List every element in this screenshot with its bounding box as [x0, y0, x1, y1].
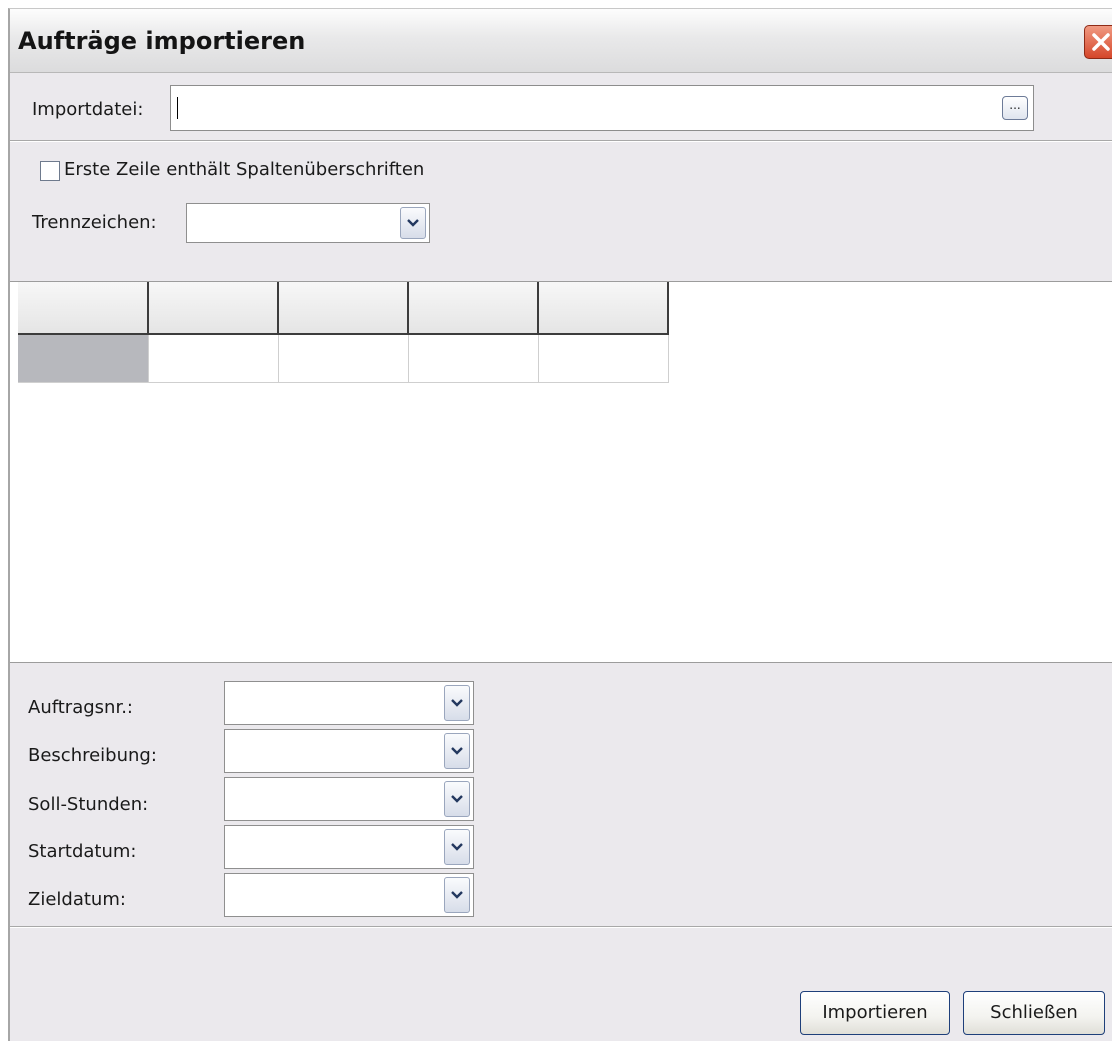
chevron-down-icon — [451, 891, 463, 899]
grid-row-header[interactable] — [18, 334, 149, 383]
import-file-input[interactable]: ... — [170, 85, 1034, 131]
due-date-label: Zieldatum: — [28, 889, 126, 910]
chevron-down-icon — [451, 699, 463, 707]
grid-column-header[interactable] — [18, 282, 149, 335]
chevron-down-icon — [451, 843, 463, 851]
grid-column-header[interactable] — [278, 282, 409, 335]
grid-cell[interactable] — [278, 334, 409, 383]
chevron-down-icon — [407, 219, 419, 227]
import-file-label: Importdatei: — [32, 99, 144, 120]
header-row-checkbox[interactable] — [40, 161, 60, 181]
delimiter-label: Trennzeichen: — [32, 212, 157, 233]
section-divider — [10, 140, 1112, 142]
order-number-label: Auftragsnr.: — [28, 697, 133, 718]
delimiter-select[interactable] — [186, 203, 430, 243]
close-button[interactable]: Schließen — [963, 991, 1105, 1035]
target-hours-select[interactable] — [224, 777, 474, 821]
order-number-dropdown-button[interactable] — [444, 685, 470, 721]
due-date-dropdown-button[interactable] — [444, 877, 470, 913]
title-bar[interactable]: Aufträge importieren — [10, 9, 1112, 73]
description-dropdown-button[interactable] — [444, 733, 470, 769]
chevron-down-icon — [451, 795, 463, 803]
preview-grid-area[interactable] — [10, 281, 1112, 663]
grid-cell[interactable] — [148, 334, 279, 383]
start-date-label: Startdatum: — [28, 841, 137, 862]
start-date-select[interactable] — [224, 825, 474, 869]
description-label: Beschreibung: — [28, 745, 157, 766]
start-date-dropdown-button[interactable] — [444, 829, 470, 865]
target-hours-dropdown-button[interactable] — [444, 781, 470, 817]
section-divider — [10, 926, 1112, 928]
due-date-select[interactable] — [224, 873, 474, 917]
header-row-checkbox-label: Erste Zeile enthält Spaltenüberschriften — [64, 159, 425, 180]
table-row[interactable] — [18, 334, 669, 383]
description-select[interactable] — [224, 729, 474, 773]
grid-column-header[interactable] — [538, 282, 669, 335]
grid-cell[interactable] — [538, 334, 669, 383]
close-icon — [1092, 33, 1110, 51]
import-dialog: Aufträge importieren Importdatei: ... Er… — [8, 8, 1112, 1041]
grid-header-row — [18, 282, 669, 335]
order-number-select[interactable] — [224, 681, 474, 725]
grid-cell[interactable] — [408, 334, 539, 383]
import-button[interactable]: Importieren — [800, 991, 950, 1035]
browse-file-button[interactable]: ... — [1002, 96, 1028, 120]
preview-grid[interactable] — [18, 282, 669, 383]
delimiter-dropdown-button[interactable] — [400, 207, 426, 239]
target-hours-label: Soll-Stunden: — [28, 794, 149, 815]
grid-column-header[interactable] — [408, 282, 539, 335]
dialog-title: Aufträge importieren — [18, 27, 306, 55]
chevron-down-icon — [451, 747, 463, 755]
grid-column-header[interactable] — [148, 282, 279, 335]
text-caret — [177, 97, 178, 119]
browse-ellipsis-icon: ... — [1009, 98, 1021, 112]
close-window-button[interactable] — [1084, 25, 1112, 59]
